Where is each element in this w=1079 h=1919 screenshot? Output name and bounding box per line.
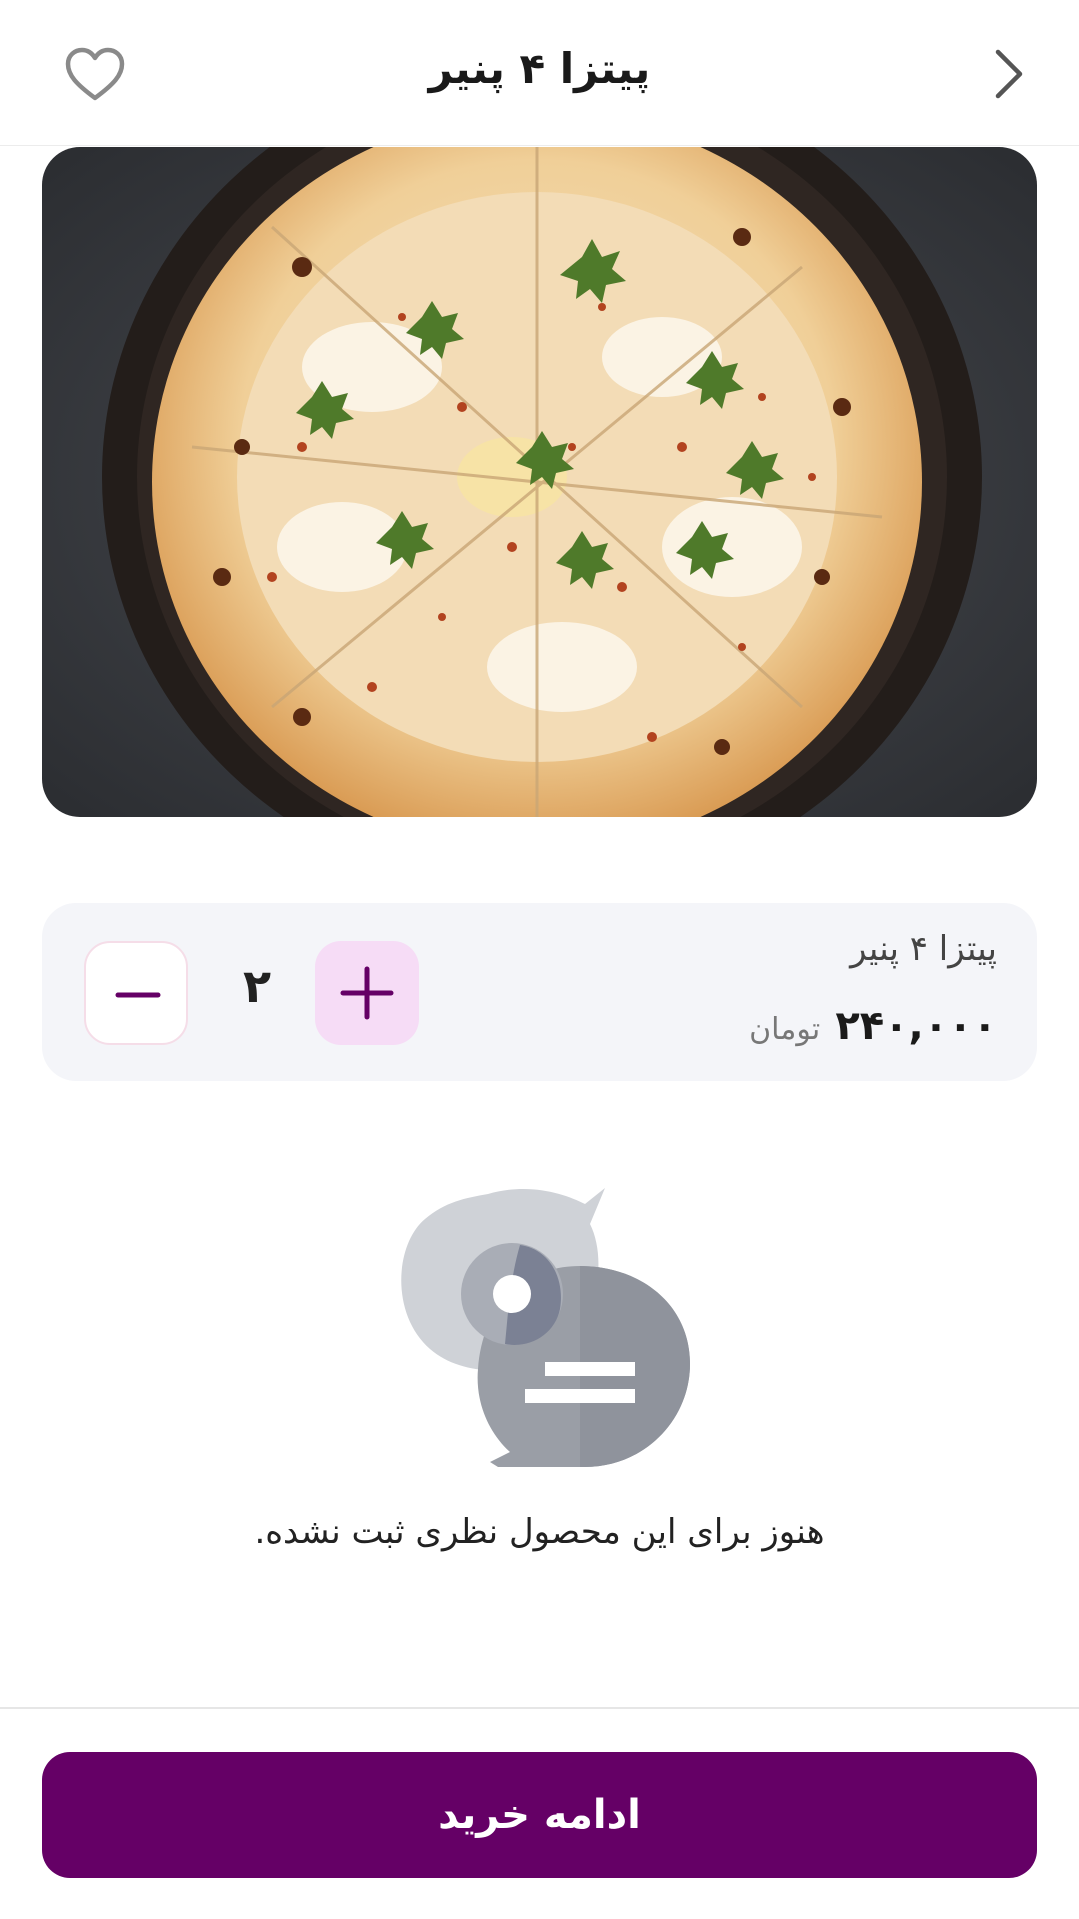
minus-icon (115, 992, 161, 998)
product-image (42, 147, 1037, 817)
product-name: پیتزا ۴ پنیر (850, 929, 997, 969)
footer-divider (0, 1707, 1079, 1709)
continue-shopping-button[interactable]: ادامه خرید (42, 1752, 1037, 1878)
quantity-value: ۲ (242, 959, 272, 1013)
chat-bubbles-icon (390, 1184, 690, 1474)
price-row: ۲۴۰,۰۰۰ تومان (749, 1003, 997, 1049)
chevron-right-icon[interactable] (984, 44, 1034, 104)
product-price: ۲۴۰,۰۰۰ (835, 1003, 997, 1049)
page-title: پیتزا ۴ پنیر (428, 44, 651, 93)
increase-quantity-button[interactable] (315, 941, 419, 1045)
empty-reviews-message: هنوز برای این محصول نظری ثبت نشده. (254, 1512, 825, 1552)
product-card: پیتزا ۴ پنیر ۲۴۰,۰۰۰ تومان ۲ (42, 903, 1037, 1081)
plus-icon (340, 966, 394, 1020)
decrease-quantity-button[interactable] (84, 941, 188, 1045)
app-header: پیتزا ۴ پنیر (0, 0, 1079, 146)
currency-label: تومان (749, 1012, 821, 1047)
